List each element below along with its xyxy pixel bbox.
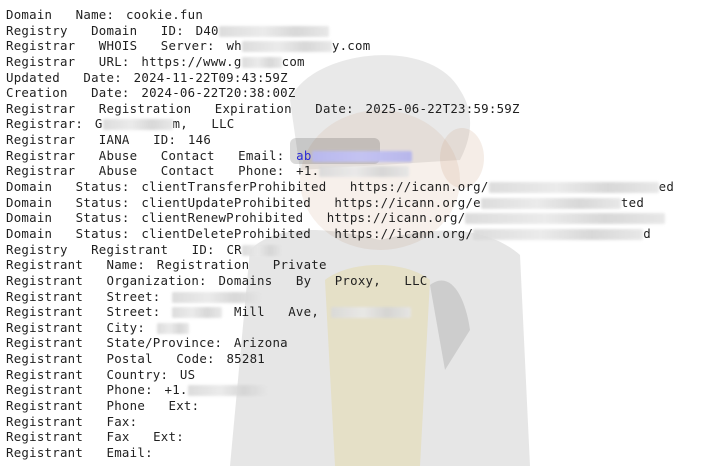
key-label: Creation Date: [6, 85, 130, 101]
whois-line-registrant-country: Registrant Country: US [6, 367, 674, 383]
key-label: Registrant Name: [6, 257, 146, 273]
redaction-mark [241, 56, 282, 68]
whois-line-registrant-id: Registry Registrant ID: CR [6, 242, 674, 258]
key-label: Registrar: [6, 116, 84, 132]
key-label: Registrant City: [6, 319, 146, 335]
redaction-mark [172, 291, 263, 303]
whois-line-updated-date: Updated Date: 2024-11-22T09:43:59Z [6, 70, 674, 86]
key-label: Registrant Country: [6, 366, 169, 382]
key-label: Domain Status: [6, 210, 130, 226]
iana-id-value: 146 [187, 132, 212, 148]
redaction-mark [319, 166, 410, 178]
key-label: Registrant Phone Ext: [6, 398, 200, 414]
whois-line-domain-status-1: Domain Status: clientTransferProhibited … [6, 179, 675, 195]
whois-line-registrant-city: Registrant City: [6, 320, 674, 336]
domain-status-value[interactable]: clientDeleteProhibited https://icann.org… [141, 226, 473, 241]
redaction-mark [187, 385, 268, 397]
registrant-id-value: CR [226, 241, 242, 257]
registrant-street-value: Mill Ave, [233, 304, 320, 320]
whois-line-domain-status-4: Domain Status: clientDeleteProhibited ht… [6, 225, 651, 241]
whois-line-registrant-street-1: Registrant Street: [6, 289, 674, 305]
redaction-mark [480, 197, 621, 209]
domain-status-value[interactable]: clientTransferProhibited https://icann.o… [141, 179, 488, 194]
whois-line-registrant-state: Registrant State/Province: Arizona [6, 335, 674, 351]
whois-line-registrar-url: Registrar URL: https://www.g com [6, 53, 305, 69]
redaction-mark [102, 119, 173, 131]
domain-name-value[interactable]: cookie.fun [126, 7, 203, 22]
whois-line-domain-name: Domain Name: cookie.fun [6, 7, 674, 23]
key-label: Registrant Phone: [6, 382, 153, 398]
whois-line-abuse-phone: Registrar Abuse Contact Phone: +1. [6, 163, 674, 179]
key-label: Registrar Abuse Contact Email: [6, 147, 285, 163]
domain-status-value[interactable]: clientRenewProhibited https://icann.org/ [141, 210, 465, 225]
redaction-mark [465, 213, 666, 225]
redaction-mark [330, 307, 411, 319]
whois-line-whois-server: Registrar WHOIS Server: wh y.com [6, 38, 371, 54]
whois-line-registrant-postal: Registrant Postal Code: 85281 [6, 351, 674, 367]
key-label: Registry Registrant ID: [6, 241, 215, 257]
abuse-email-value[interactable]: ab [296, 148, 311, 163]
key-label: Domain Status: [6, 179, 130, 195]
registrant-phone-value: +1. [164, 382, 188, 398]
key-label: Registrar Registration Expiration Date: [6, 100, 354, 116]
whois-line-iana-id: Registrar IANA ID: 146 [6, 132, 674, 148]
abuse-phone-value: +1. [296, 163, 320, 179]
key-label: Registrar WHOIS Server: [6, 38, 215, 54]
registry-domain-id-value: D40 [195, 22, 219, 38]
registrar-value: G [94, 116, 103, 132]
key-label: Updated Date: [6, 69, 122, 85]
creation-date-value: 2024-06-22T20:38:00Z [141, 85, 296, 101]
whois-line-registrant-name: Registrant Name: Registration Private [6, 257, 674, 273]
updated-date-value: 2024-11-22T09:43:59Z [133, 69, 288, 85]
key-label: Registrant Street: [6, 288, 161, 304]
whois-line-registrant-email: Registrant Email: [6, 445, 674, 461]
key-label: Registrant Street: [6, 304, 161, 320]
key-label: Registrant Fax: [6, 413, 138, 429]
key-label: Registrar URL: [6, 53, 130, 69]
key-label: Registrant State/Province: [6, 335, 223, 351]
whois-line-registrant-org: Registrant Organization: Domains By Prox… [6, 273, 674, 289]
key-label: Domain Status: [6, 194, 130, 210]
key-label: Registry Domain ID: [6, 22, 184, 38]
key-label: Registrant Fax Ext: [6, 429, 184, 445]
whois-line-abuse-email: Registrar Abuse Contact Email: ab [6, 148, 674, 164]
whois-line-registrant-fax-ext: Registrant Fax Ext: [6, 429, 674, 445]
redaction-mark [241, 41, 332, 53]
redaction-mark [218, 25, 329, 37]
redaction-mark [473, 228, 644, 240]
whois-line-expiration-date: Registrar Registration Expiration Date: … [6, 101, 674, 117]
whois-line-domain-status-2: Domain Status: clientUpdateProhibited ht… [6, 194, 645, 210]
registrar-url-value[interactable]: https://www.g [141, 54, 241, 69]
redaction-mark [156, 322, 189, 334]
key-label: Registrant Organization: [6, 272, 207, 288]
key-label: Registrar Abuse Contact Phone: [6, 163, 285, 179]
redaction-mark [241, 244, 282, 256]
whois-line-registrar: Registrar: Gm, LLC [6, 116, 235, 132]
whois-line-registrant-phone: Registrant Phone: +1. [6, 382, 674, 398]
registrant-state-value: Arizona [233, 335, 288, 351]
registrant-postal-value: 85281 [226, 351, 266, 367]
key-label: Registrant Postal Code: [6, 351, 215, 367]
whois-line-domain-status-3: Domain Status: clientRenewProhibited htt… [6, 210, 674, 226]
registrant-country-value: US [179, 366, 196, 382]
redaction-mark [488, 182, 659, 194]
key-label: Registrant Email: [6, 444, 153, 460]
whois-record: Domain Name: cookie.fun Registry Domain … [6, 7, 674, 461]
redaction-mark [172, 307, 223, 319]
key-label: Domain Status: [6, 225, 130, 241]
expiration-date-value: 2025-06-22T23:59:59Z [365, 100, 520, 116]
whois-line-registry-domain-id: Registry Domain ID: D40 [6, 23, 674, 39]
key-label: Domain Name: [6, 7, 115, 22]
whois-line-registrant-fax: Registrant Fax: [6, 414, 674, 430]
domain-status-value[interactable]: clientUpdateProhibited https://icann.org… [141, 195, 481, 210]
whois-line-registrant-phone-ext: Registrant Phone Ext: [6, 398, 674, 414]
whois-line-creation-date: Creation Date: 2024-06-22T20:38:00Z [6, 85, 674, 101]
registrant-name-value: Registration Private [156, 257, 327, 273]
registrant-org-value: Domains By Proxy, LLC [218, 272, 428, 288]
redaction-mark [311, 150, 412, 162]
key-label: Registrar IANA ID: [6, 132, 177, 148]
whois-line-registrant-street-2: Registrant Street: Mill Ave, [6, 304, 674, 320]
whois-server-value: wh [226, 38, 242, 54]
